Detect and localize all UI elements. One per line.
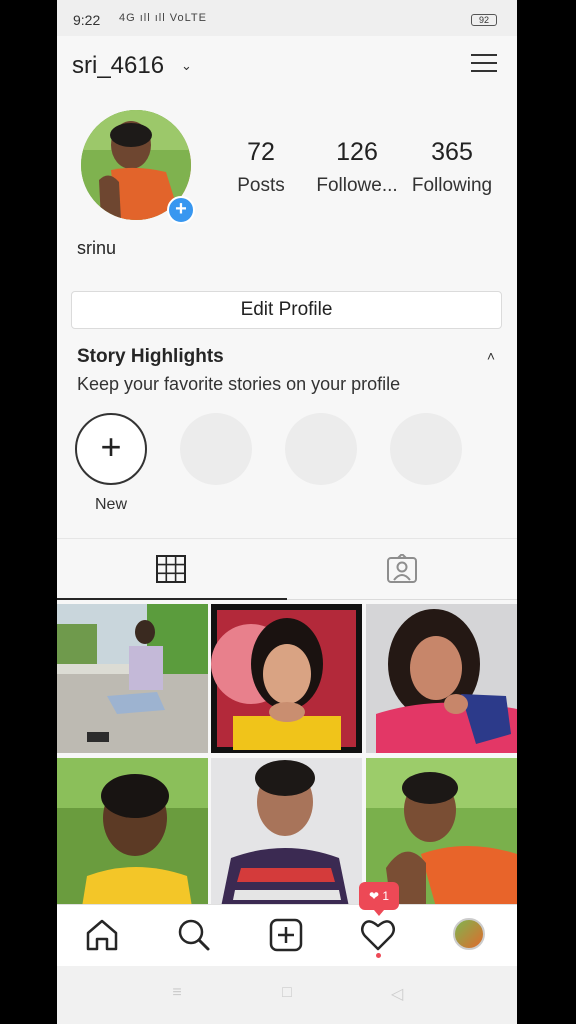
posts-stat[interactable]: 72 Posts	[211, 138, 311, 197]
edit-profile-button[interactable]: Edit Profile	[71, 291, 502, 329]
home-button[interactable]: □	[275, 984, 299, 1004]
battery-icon: 92	[471, 14, 497, 26]
highlight-placeholder	[180, 413, 252, 485]
followers-stat[interactable]: 126 Followe...	[307, 138, 407, 197]
following-label: Following	[411, 175, 493, 196]
account-username[interactable]: sri_4616	[72, 52, 164, 80]
back-button[interactable]: ◁	[385, 984, 409, 1004]
add-story-button[interactable]: +	[167, 196, 195, 224]
chevron-up-icon[interactable]: ˄	[487, 348, 495, 364]
story-highlights-title: Story Highlights	[77, 346, 224, 367]
grid-icon	[156, 555, 186, 583]
following-stat[interactable]: 365 Following	[402, 138, 502, 197]
heart-icon: ❤	[368, 889, 380, 903]
post-grid	[57, 604, 517, 907]
highlight-placeholder	[285, 413, 357, 485]
status-bar: 9:22 4G ıll ıll VoLTE 92	[57, 0, 517, 36]
menu-icon[interactable]	[471, 52, 497, 74]
post-thumbnail[interactable]	[366, 604, 517, 753]
add-post-icon[interactable]	[266, 915, 306, 955]
post-thumbnail[interactable]	[211, 604, 362, 753]
new-highlight-label: New	[94, 496, 127, 513]
following-count: 365	[431, 138, 473, 166]
post-thumbnail[interactable]	[211, 758, 362, 907]
profile-header: sri_4616 ⌄	[57, 36, 517, 96]
profile-avatar-nav[interactable]	[453, 918, 485, 950]
tagged-icon	[387, 554, 417, 583]
notification-count: 1	[382, 889, 390, 903]
followers-count: 126	[336, 138, 378, 166]
tab-grid[interactable]	[57, 539, 287, 600]
notification-dot	[376, 953, 381, 958]
followers-label: Followe...	[316, 175, 398, 196]
display-name: srinu	[77, 238, 117, 258]
phone-screen: 9:22 4G ıll ıll VoLTE 92 sri_4616 ⌄ + 72…	[57, 0, 517, 1024]
posts-count: 72	[247, 138, 275, 166]
posts-label: Posts	[237, 175, 285, 196]
highlight-placeholder	[390, 413, 462, 485]
profile-tabs	[57, 538, 517, 600]
notification-badge[interactable]: ❤ 1	[359, 882, 399, 916]
search-icon[interactable]	[174, 915, 214, 955]
tab-tagged[interactable]	[287, 539, 517, 600]
new-highlight-button[interactable]: +	[75, 413, 147, 485]
post-thumbnail[interactable]	[57, 758, 208, 907]
home-icon[interactable]	[82, 915, 122, 955]
bottom-nav	[57, 904, 517, 966]
post-thumbnail[interactable]	[57, 604, 208, 753]
system-nav-bar: ≡ □ ◁	[57, 966, 517, 1024]
recent-apps-button[interactable]: ≡	[165, 984, 189, 1004]
status-time: 9:22	[73, 12, 101, 28]
signal-icon: 4G ıll ıll VoLTE	[119, 12, 207, 24]
story-highlights-subtitle: Keep your favorite stories on your profi…	[77, 374, 401, 394]
chevron-down-icon[interactable]: ⌄	[181, 58, 192, 74]
activity-heart-icon[interactable]	[358, 915, 398, 955]
